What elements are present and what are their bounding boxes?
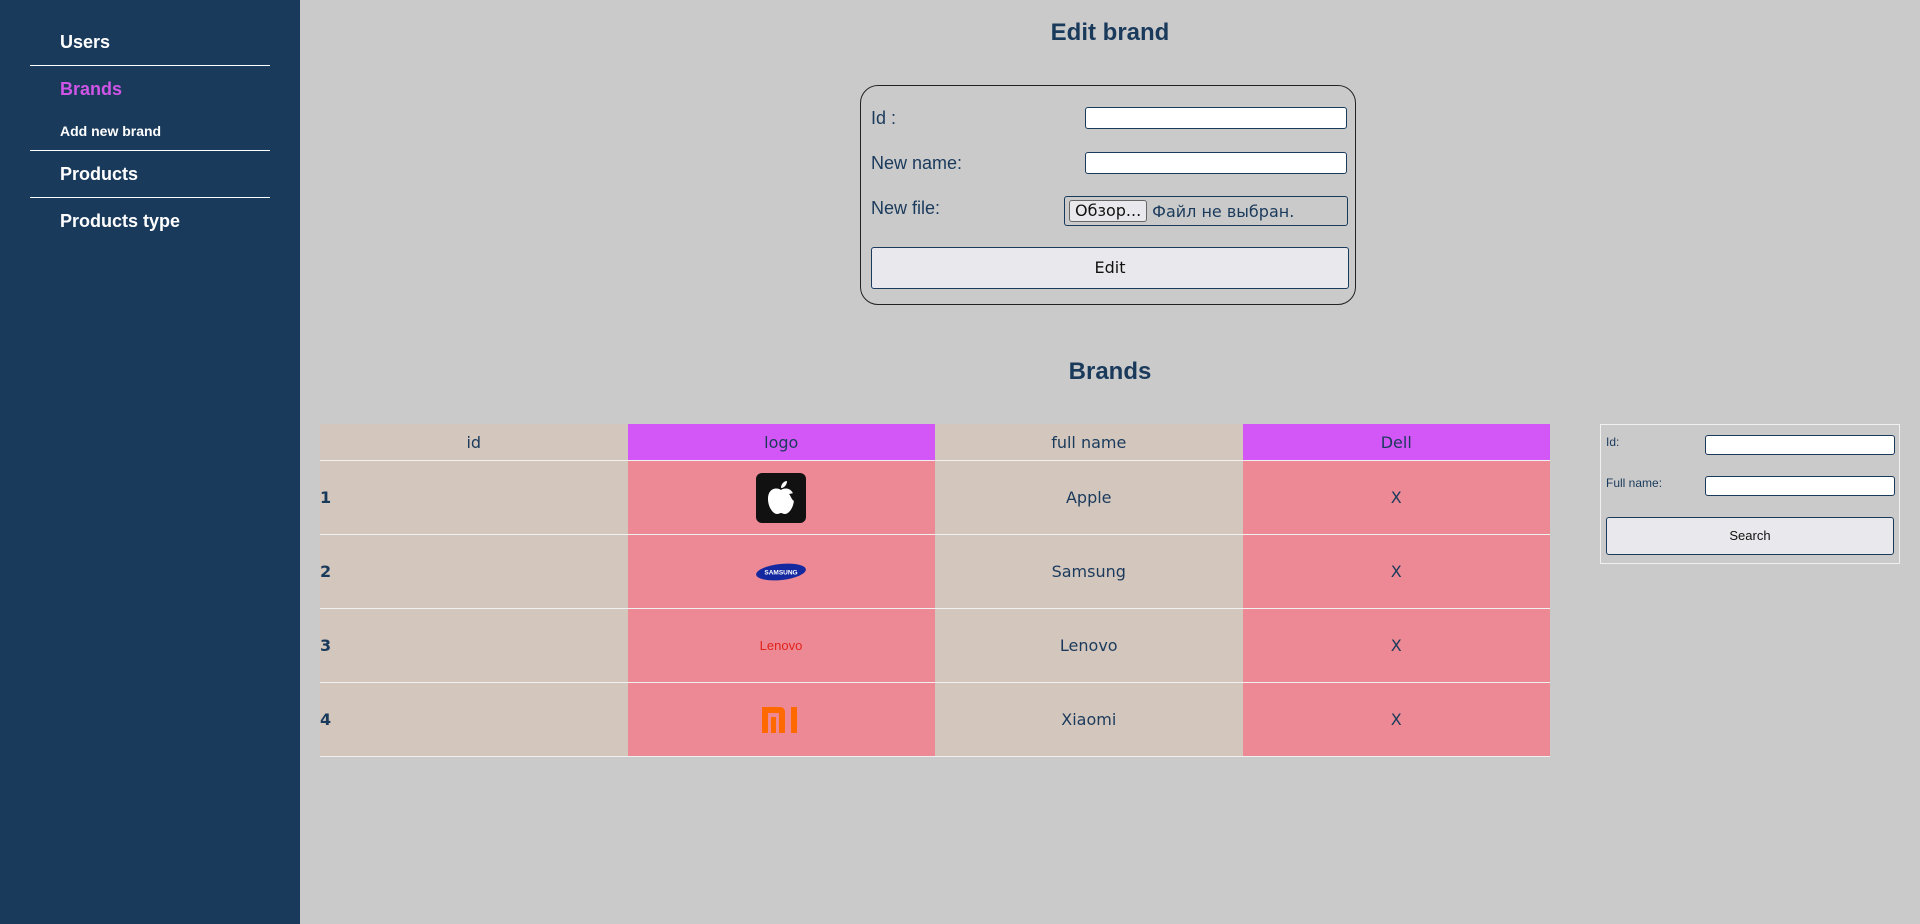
table-header-row: id logo full name Dell [320,424,1550,461]
lenovo-logo: Lenovo [760,638,803,653]
brand-id-cell: 1 [320,460,628,535]
delete-brand-button[interactable]: X [1242,460,1550,535]
brands-table: id logo full name Dell 1 Apple X 2 SAMSU… [320,424,1550,757]
delete-brand-button[interactable]: X [1242,534,1550,609]
table-row: 2 SAMSUNG Samsung X [320,534,1550,609]
samsung-logo: SAMSUNG [756,563,807,581]
sidebar-item-add-new-brand[interactable]: Add new brand [30,112,270,150]
edit-button[interactable]: Edit [871,247,1349,289]
id-label: Id : [871,108,897,128]
brand-name-cell: Samsung [935,534,1243,609]
new-file-label: New file: [871,198,941,218]
table-row: 3 Lenovo Lenovo X [320,608,1550,683]
search-panel: Id: Full name: Search [1600,424,1900,564]
column-header-logo: logo [627,424,935,461]
search-button[interactable]: Search [1606,517,1894,555]
new-name-label: New name: [871,153,963,173]
apple-logo [756,472,807,523]
brand-name-cell: Xiaomi [935,682,1243,757]
delete-brand-button[interactable]: X [1242,608,1550,683]
column-header-delete: Dell [1242,424,1550,461]
column-header-id: id [320,424,628,461]
sidebar-item-products[interactable]: Products [30,151,270,197]
brands-title: Brands [1068,358,1152,385]
sidebar: Users Brands Add new brand Products Prod… [0,0,300,924]
brand-logo-cell [627,460,935,535]
brand-id-cell: 4 [320,682,628,757]
file-input[interactable]: Обзор... Файл не выбран. [1064,196,1348,226]
sidebar-nav: Users Brands Add new brand Products Prod… [30,19,270,244]
brand-id-cell: 3 [320,608,628,683]
brand-logo-cell [627,682,935,757]
search-name-label: Full name: [1606,476,1663,490]
search-id-label: Id: [1606,435,1620,449]
new-name-input[interactable] [1085,152,1347,174]
delete-brand-button[interactable]: X [1242,682,1550,757]
sidebar-item-products-type[interactable]: Products type [30,198,270,244]
edit-brand-title: Edit brand [1050,19,1170,46]
file-status-text: Файл не выбран. [1152,201,1295,221]
brand-name-cell: Lenovo [935,608,1243,683]
table-row: 1 Apple X [320,460,1550,535]
svg-text:SAMSUNG: SAMSUNG [765,569,798,576]
brand-logo-cell: Lenovo [627,608,935,683]
browse-button[interactable]: Обзор... [1069,200,1148,222]
svg-text:Lenovo: Lenovo [760,638,803,653]
brand-logo-cell: SAMSUNG [627,534,935,609]
table-row: 4 Xiaomi X [320,682,1550,757]
edit-brand-form: Id : New name: New file: Обзор... Файл н… [860,85,1356,305]
search-id-input[interactable] [1705,435,1895,455]
sidebar-item-users[interactable]: Users [30,19,270,65]
xiaomi-logo [762,706,798,733]
brand-id-cell: 2 [320,534,628,609]
id-input[interactable] [1085,107,1347,129]
main-content: Edit brand Id : New name: New file: Обзо… [300,0,1920,924]
column-header-full-name: full name [935,424,1243,461]
brand-name-cell: Apple [935,460,1243,535]
sidebar-item-brands[interactable]: Brands [30,66,270,112]
search-name-input[interactable] [1705,476,1895,496]
